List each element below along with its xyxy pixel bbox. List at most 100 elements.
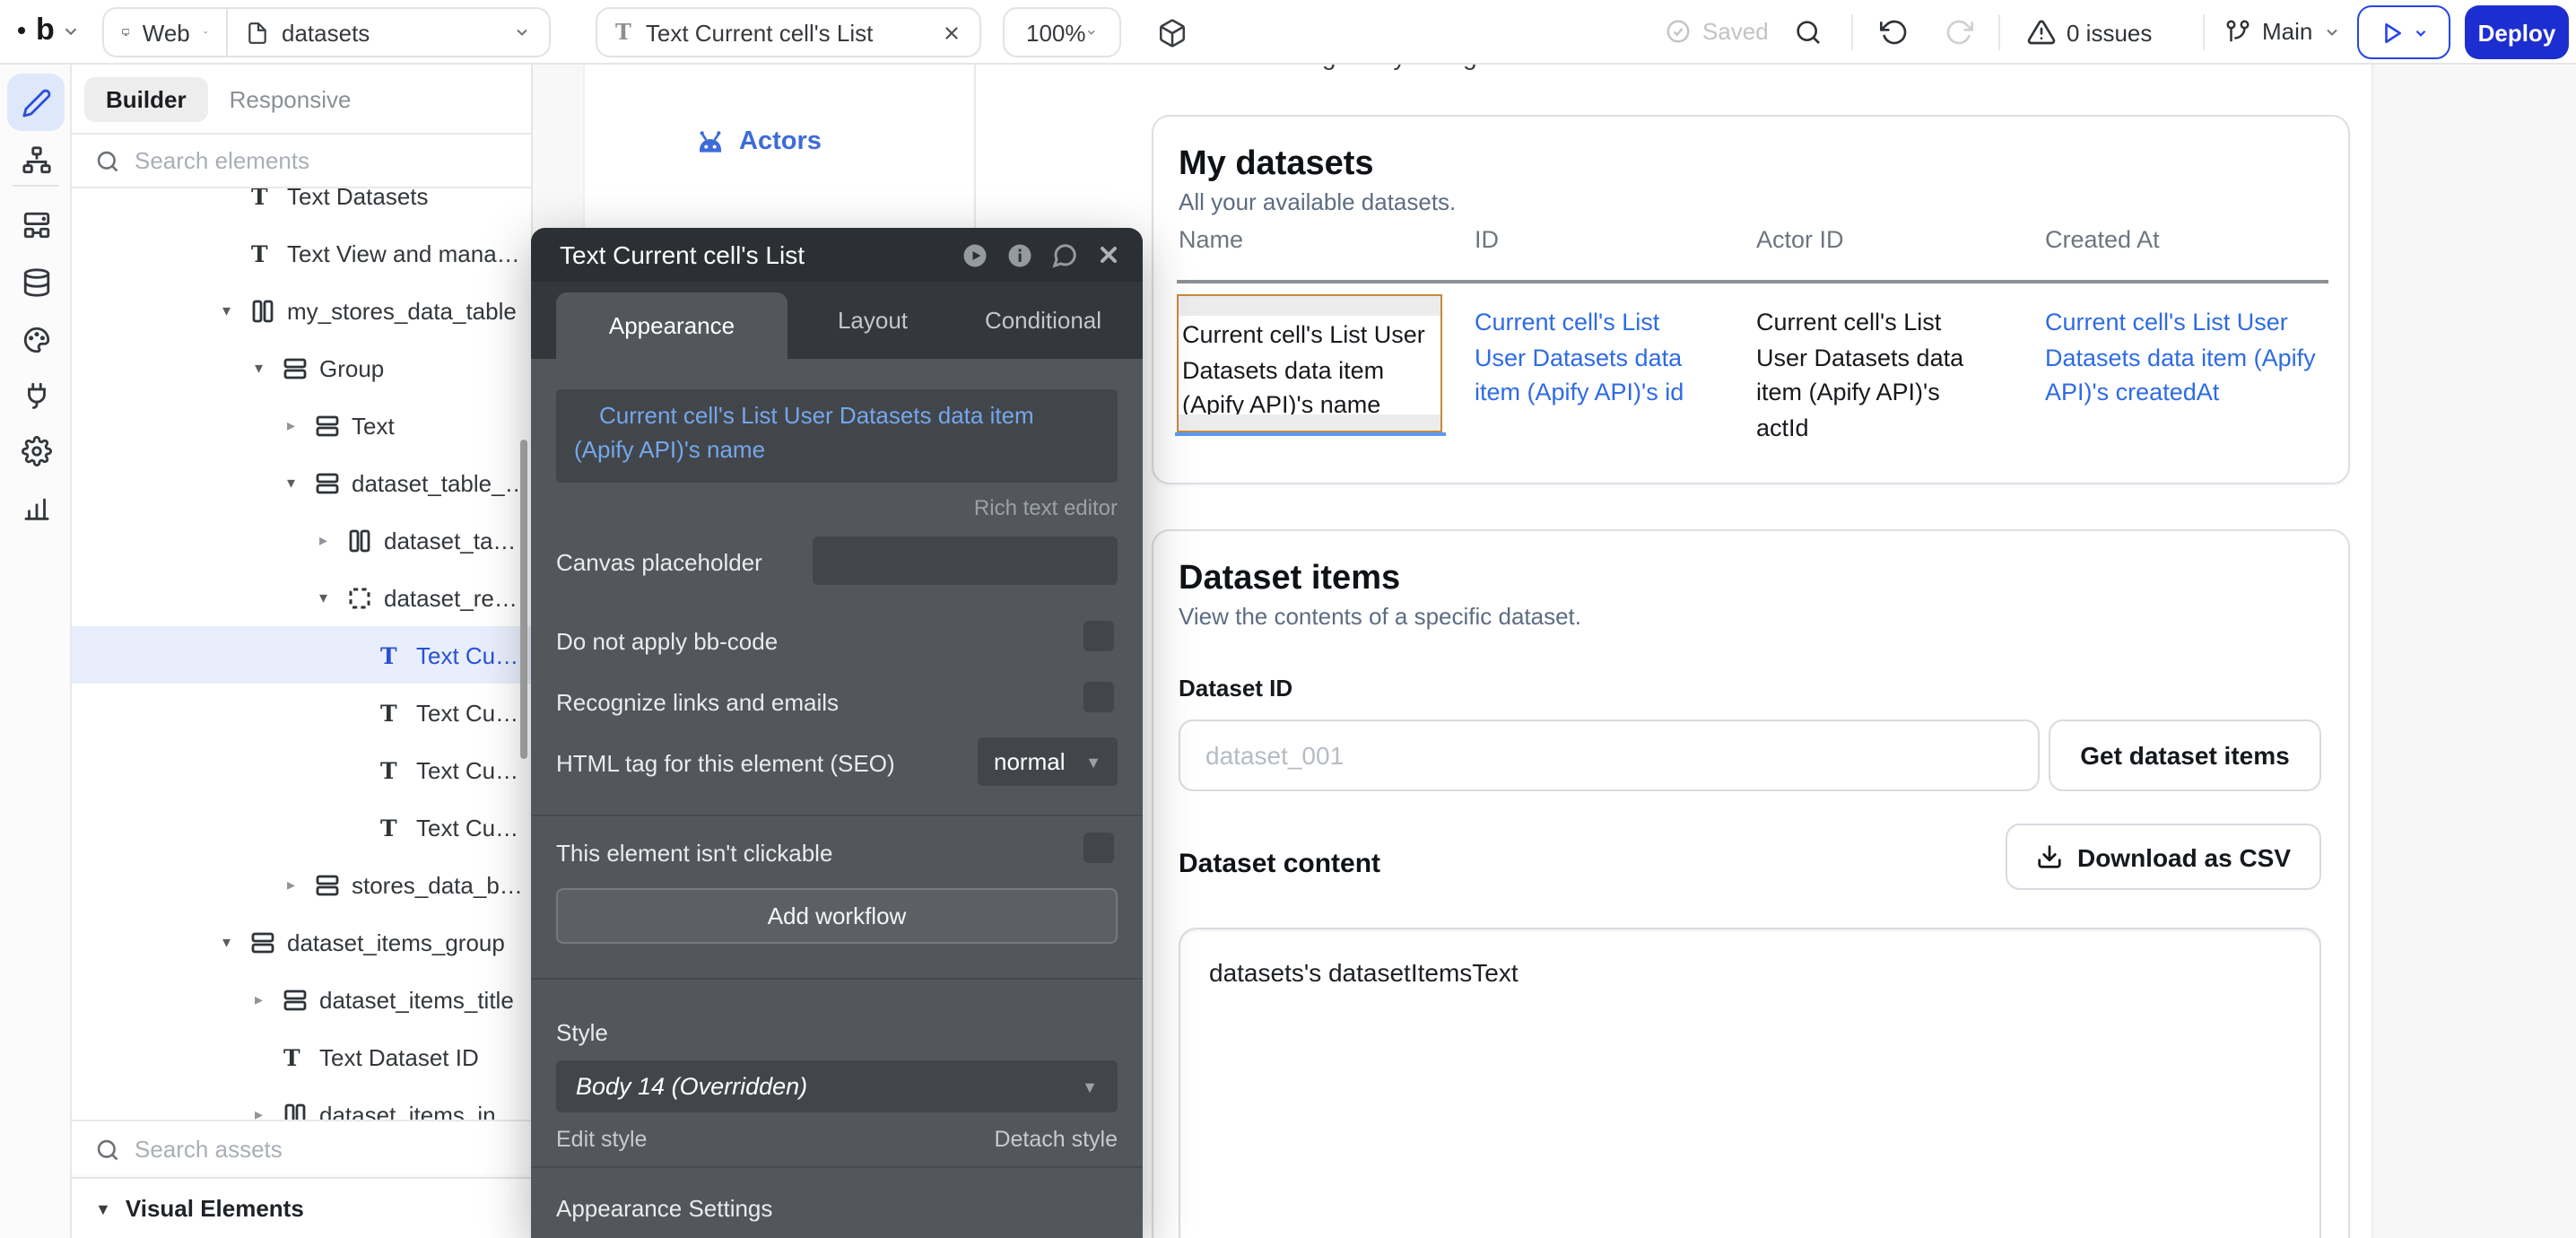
detach-style-link[interactable]: Detach style: [994, 1127, 1118, 1152]
chevron-down-icon[interactable]: ▾: [287, 473, 316, 493]
tab-appearance[interactable]: Appearance: [556, 292, 788, 359]
tree-item[interactable]: ▾my_stores_data_table: [72, 282, 531, 339]
chevron-right-icon[interactable]: ▸: [255, 1104, 283, 1120]
visual-elements-section[interactable]: ▼ Visual Elements: [72, 1177, 531, 1238]
tree-item[interactable]: ▸stores_data_b…: [72, 856, 531, 913]
comment-icon[interactable]: [1051, 241, 1078, 268]
recognize-links-checkbox[interactable]: [1083, 682, 1114, 712]
tab-layout[interactable]: Layout: [788, 282, 958, 359]
tree-item[interactable]: ▾Group: [72, 339, 531, 397]
clipped-text-fragment: g y g: [1322, 65, 1609, 74]
rail-item-design[interactable]: [7, 74, 65, 131]
tree-item[interactable]: TText Cu…: [72, 798, 531, 856]
dataset-id-input[interactable]: [1179, 719, 2040, 791]
style-label: Style: [556, 1019, 608, 1046]
get-dataset-items-button[interactable]: Get dataset items: [2049, 719, 2321, 791]
table-cell-created[interactable]: Current cell's List User Datasets data i…: [2045, 305, 2332, 410]
page-dropdown[interactable]: datasets: [228, 19, 549, 46]
tree-item[interactable]: ▾dataset_re…: [72, 569, 531, 626]
close-icon[interactable]: [1096, 242, 1121, 267]
branch-selector[interactable]: Main: [2224, 18, 2341, 45]
deploy-button[interactable]: Deploy: [2465, 5, 2569, 59]
edit-style-link[interactable]: Edit style: [556, 1127, 647, 1152]
search-elements-input[interactable]: [135, 147, 457, 174]
bubble-logo-menu[interactable]: b: [18, 13, 81, 48]
chevron-down-icon[interactable]: ▾: [255, 358, 283, 378]
divider: [1851, 14, 1853, 50]
tab-responsive[interactable]: Responsive: [230, 85, 352, 112]
chevron-right-icon[interactable]: ▸: [319, 530, 348, 550]
tree-item[interactable]: ▸dataset_items_in…: [72, 1085, 531, 1120]
tab-conditional[interactable]: Conditional: [958, 282, 1128, 359]
chevron-down-icon: [1086, 23, 1099, 41]
search-icon: [95, 148, 120, 173]
info-icon[interactable]: [1006, 241, 1033, 268]
chevron-down-icon[interactable]: ▾: [319, 588, 348, 607]
issues-indicator[interactable]: 0 issues: [2027, 18, 2152, 47]
download-csv-button[interactable]: Download as CSV: [2006, 824, 2321, 890]
add-workflow-button[interactable]: Add workflow: [556, 888, 1118, 944]
bbcode-checkbox[interactable]: [1083, 621, 1114, 651]
property-panel-header[interactable]: Text Current cell's List: [531, 228, 1143, 282]
tree-item[interactable]: ▸ Text: [72, 397, 531, 454]
undo-icon[interactable]: [1880, 18, 1909, 47]
element-tree[interactable]: TText DatasetsTText View and mana…▾my_st…: [72, 188, 531, 1120]
open-element-tab[interactable]: T Text Current cell's List: [596, 7, 981, 57]
tree-item[interactable]: ▸dataset_ta…: [72, 511, 531, 569]
chevron-down-icon[interactable]: ▾: [222, 301, 251, 320]
tree-item[interactable]: TText Cu…: [72, 684, 531, 741]
rail-item-logs[interactable]: [7, 479, 65, 536]
not-clickable-checkbox[interactable]: [1083, 833, 1114, 863]
preview-button[interactable]: [2357, 5, 2450, 59]
tree-item-label: dataset_items_group: [287, 928, 505, 955]
text-expression-editor[interactable]: Current cell's List User Datasets data i…: [556, 389, 1118, 483]
chevron-down-icon[interactable]: ▾: [222, 932, 251, 952]
chevron-right-icon[interactable]: ▸: [287, 875, 316, 894]
rich-text-editor-link[interactable]: Rich text editor: [974, 495, 1118, 520]
rail-item-data[interactable]: [7, 253, 65, 310]
text-element-icon: T: [380, 643, 416, 667]
canvas-placeholder-input[interactable]: [813, 536, 1118, 585]
search-icon[interactable]: [1794, 18, 1823, 47]
tree-item[interactable]: ▸dataset_items_title: [72, 971, 531, 1028]
rail-separator: [13, 185, 59, 187]
components-icon: [21, 209, 51, 240]
table-cell-id[interactable]: Current cell's List User Datasets data i…: [1475, 305, 1704, 410]
text-element-icon: T: [380, 815, 416, 839]
component-box-icon[interactable]: [1157, 18, 1188, 48]
html-tag-dropdown[interactable]: normal▼: [978, 737, 1118, 786]
tab-builder[interactable]: Builder: [84, 76, 208, 121]
tree-item-label: Text: [352, 412, 395, 439]
selected-canvas-element-name-cell[interactable]: Current cell's List User Datasets data i…: [1177, 294, 1442, 432]
chevron-right-icon[interactable]: ▸: [255, 990, 283, 1009]
tree-item[interactable]: TText Cu…: [72, 741, 531, 798]
tree-item[interactable]: ▾ dataset_items_group: [72, 913, 531, 971]
canvas-nav-item-actors[interactable]: Actors: [696, 127, 822, 156]
elements-panel: Builder Responsive TText DatasetsTText V…: [72, 65, 533, 1238]
property-editor-panel[interactable]: Text Current cell's List Appearance Layo…: [531, 228, 1143, 1238]
platform-dropdown[interactable]: Web: [104, 19, 226, 46]
style-dropdown[interactable]: Body 14 (Overridden)▼: [556, 1060, 1118, 1112]
tree-item[interactable]: TText Cu…: [72, 626, 531, 684]
rail-item-components[interactable]: [7, 196, 65, 253]
rail-item-styles[interactable]: [7, 310, 65, 368]
text-element-icon: T: [251, 188, 287, 207]
appearance-settings-label: Appearance Settings: [556, 1195, 772, 1222]
html-tag-label: HTML tag for this element (SEO): [556, 750, 895, 777]
column-header-name: Name: [1179, 226, 1243, 253]
zoom-dropdown[interactable]: 100%: [1003, 7, 1121, 57]
tree-item[interactable]: TText View and mana…: [72, 224, 531, 282]
search-assets-input[interactable]: [135, 1136, 457, 1163]
tree-item[interactable]: TText Dataset ID: [72, 1028, 531, 1085]
redo-icon[interactable]: [1945, 18, 1973, 47]
chevron-right-icon[interactable]: ▸: [287, 415, 316, 435]
tree-item[interactable]: ▾dataset_table_…: [72, 454, 531, 511]
rail-item-workflows[interactable]: [7, 131, 65, 188]
close-icon[interactable]: [942, 22, 962, 42]
tree-item[interactable]: TText Datasets: [72, 188, 531, 224]
text-element-icon: T: [615, 20, 631, 45]
tree-scrollbar[interactable]: [520, 440, 527, 759]
rail-item-plugins[interactable]: [7, 366, 65, 423]
rail-item-settings[interactable]: [7, 422, 65, 479]
preview-element-icon[interactable]: [962, 241, 988, 268]
